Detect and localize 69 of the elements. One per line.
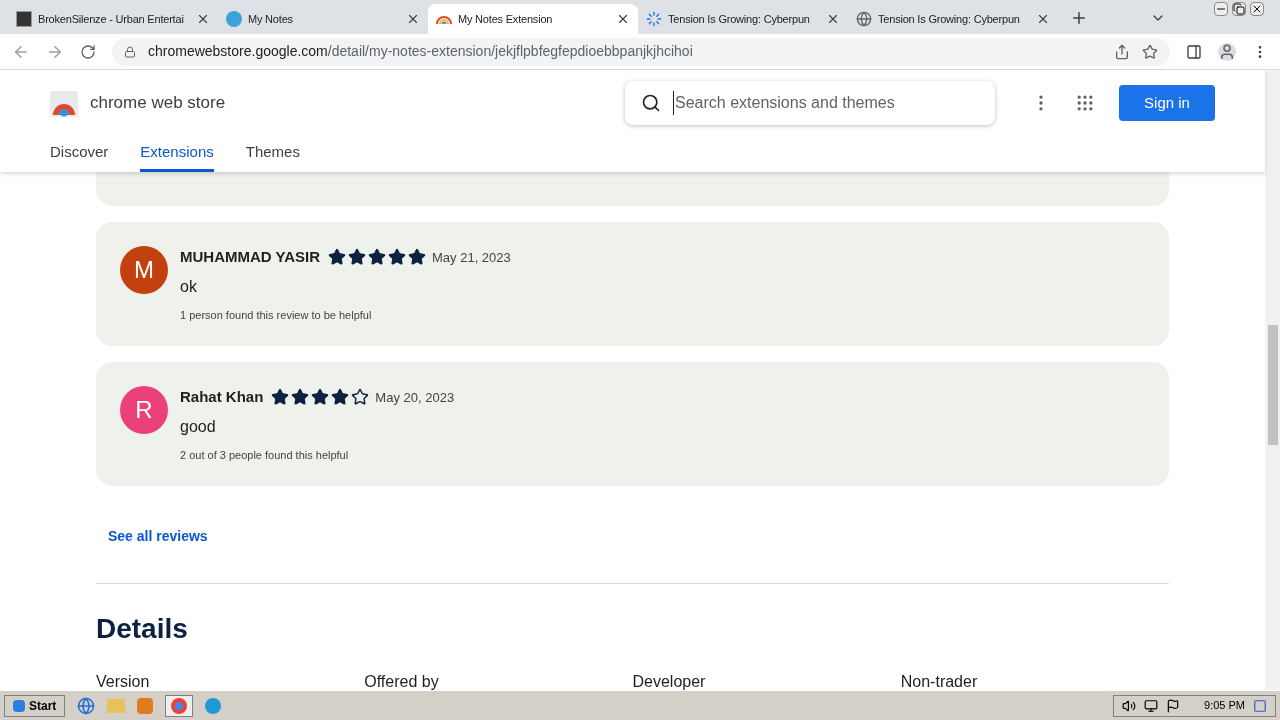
- star-icon: [331, 388, 350, 407]
- loading-icon: [646, 11, 662, 27]
- nav-tab[interactable]: Themes: [245, 136, 300, 172]
- detail-label: Version: [96, 672, 151, 690]
- lock-icon: [124, 45, 136, 58]
- tab-title: My Notes: [248, 11, 294, 27]
- reload-icon[interactable]: [80, 43, 96, 60]
- details-heading: Details: [96, 612, 189, 646]
- see-all-reviews-link[interactable]: See all reviews: [108, 526, 208, 547]
- network-icon[interactable]: [1144, 698, 1159, 713]
- store-logo-icon: [50, 89, 78, 117]
- review-date: May 21, 2023: [432, 248, 511, 267]
- scrollbar-thumb[interactable]: [1267, 325, 1278, 445]
- detail-label: Non-trader: [900, 672, 979, 690]
- detail-label: Offered by: [364, 672, 440, 690]
- review-text: good: [180, 416, 217, 437]
- tab-title: BrokenSilenze - Urban Entertai: [38, 11, 185, 27]
- avatar: M: [120, 246, 168, 294]
- bookmark-star-icon[interactable]: [1142, 43, 1158, 60]
- star-icon: [271, 388, 290, 407]
- address-bar[interactable]: chromewebstore.google.com/detail/my-notes-extension/jekjflpbfegfepdioebbpanjkjhcihoi: [112, 37, 1170, 66]
- avatar: R: [120, 386, 168, 434]
- apps-grid-icon[interactable]: [1075, 93, 1095, 113]
- browser-tab[interactable]: My Notes Extension: [428, 4, 638, 34]
- star-icon: [311, 388, 330, 407]
- review-text: ok: [180, 276, 198, 297]
- search-field[interactable]: Search extensions and themes: [673, 91, 979, 115]
- review-date: May 20, 2023: [375, 388, 455, 407]
- share-icon[interactable]: [1114, 43, 1130, 60]
- tab-title: Tension Is Growing: Cyberpun: [668, 11, 811, 27]
- globe-icon: [856, 11, 872, 27]
- close-icon[interactable]: [406, 12, 420, 26]
- helpful-count: 2 out of 3 people found this helpful: [180, 447, 350, 463]
- restore-icon[interactable]: [1232, 2, 1246, 16]
- rainbow-icon: [436, 13, 452, 25]
- minimize-icon[interactable]: [1214, 2, 1228, 16]
- new-tab-icon[interactable]: [1070, 9, 1088, 27]
- star-icon: [368, 248, 386, 267]
- tab-title: My Notes Extension: [458, 11, 554, 27]
- star-icon: [408, 248, 426, 267]
- side-panel-icon[interactable]: [1186, 43, 1202, 60]
- store-name: chrome web store: [90, 92, 226, 115]
- image-icon: [16, 11, 32, 27]
- speaker-icon[interactable]: [1122, 698, 1137, 713]
- reviewer-name: MUHAMMAD YASIR: [180, 247, 320, 267]
- sign-in-button[interactable]: Sign in: [1119, 85, 1215, 121]
- helpful-count: 1 person found this review to be helpful: [180, 307, 373, 323]
- close-icon[interactable]: [616, 12, 630, 26]
- profile-icon[interactable]: [1218, 42, 1236, 61]
- clock: 9:05 PM: [1204, 698, 1245, 714]
- star-icon: [348, 248, 366, 267]
- star-icon: [388, 248, 406, 267]
- detail-label: Developer: [632, 672, 707, 690]
- start-button[interactable]: Start: [4, 694, 66, 717]
- close-icon[interactable]: [196, 12, 210, 26]
- url-text: chromewebstore.google.com/detail/my-notes-extension/jekjflpbfegfepdioebbpanjkjhcihoi: [148, 42, 694, 61]
- flag-icon[interactable]: [1166, 698, 1181, 713]
- star-icon: [351, 388, 370, 407]
- close-icon[interactable]: [1036, 12, 1050, 26]
- browser-icon[interactable]: [77, 696, 96, 715]
- tab-title: Tension Is Growing: Cyberpun: [878, 11, 1021, 27]
- reviewer-name: Rahat Khan: [180, 387, 264, 407]
- star-icon: [291, 388, 310, 407]
- close-icon[interactable]: [1250, 2, 1264, 16]
- close-icon[interactable]: [826, 12, 840, 26]
- search-icon: [641, 93, 661, 113]
- star-icon: [328, 248, 346, 267]
- desktop-icon[interactable]: [1253, 698, 1267, 713]
- nav-tab[interactable]: Discover: [50, 136, 109, 172]
